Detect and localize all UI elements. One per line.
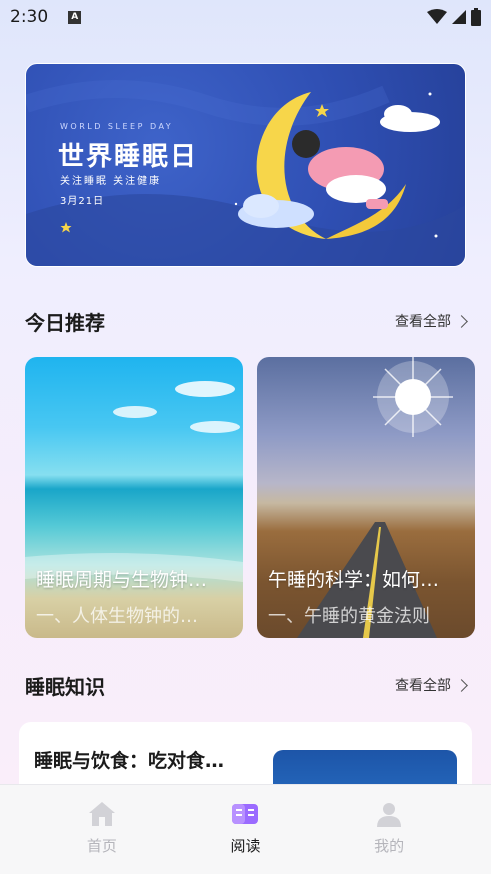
signal-icon <box>452 10 466 24</box>
view-all-label: 查看全部 <box>395 678 451 694</box>
view-all-recommend-link[interactable]: 查看全部 <box>395 311 468 331</box>
bottom-tab-bar: 首页 阅读 我的 <box>0 784 491 874</box>
wifi-icon <box>427 9 447 24</box>
banner-date: 3月21日 <box>60 196 105 207</box>
tab-label-home: 首页 <box>86 837 117 855</box>
tab-mine[interactable]: 我的 <box>329 785 449 874</box>
article-card-nap-science[interactable]: 午睡的科学：如何… 一、午睡的黄金法则 <box>257 357 475 638</box>
view-all-knowledge-link[interactable]: 查看全部 <box>395 675 468 695</box>
tab-read[interactable]: 阅读 <box>185 785 305 874</box>
book-icon <box>232 804 259 824</box>
card-title: 午睡的科学：如何… <box>268 569 440 591</box>
card-subtitle: 一、人体生物钟的… <box>36 606 198 627</box>
road-image <box>297 357 453 638</box>
chevron-right-icon <box>455 314 468 328</box>
recommend-section-header: 今日推荐 查看全部 <box>25 306 468 336</box>
section-title-knowledge: 睡眠知识 <box>25 674 105 699</box>
battery-icon <box>471 8 481 26</box>
knowledge-article-title: 睡眠与饮食：吃对食… <box>34 750 225 772</box>
card-title: 睡眠周期与生物钟… <box>36 569 208 591</box>
banner-subtitle: 关注睡眠 关注健康 <box>60 176 162 187</box>
banner-en-text: WORLD SLEEP DAY <box>60 122 174 131</box>
tab-label-mine: 我的 <box>374 837 405 855</box>
chevron-right-icon <box>455 678 468 692</box>
tab-home[interactable]: 首页 <box>42 785 162 874</box>
beach-image <box>25 381 243 582</box>
home-icon <box>88 802 115 826</box>
card-subtitle: 一、午睡的黄金法则 <box>268 606 430 627</box>
notification-a-icon: A <box>68 10 82 24</box>
status-bar: 2:30 A <box>0 0 491 34</box>
section-title-recommend: 今日推荐 <box>25 310 105 335</box>
article-card-sleep-cycle[interactable]: 睡眠周期与生物钟… 一、人体生物钟的… <box>25 357 243 638</box>
world-sleep-day-banner[interactable]: WORLD SLEEP DAY 世界睡眠日 关注睡眠 关注健康 3月21日 <box>25 63 466 267</box>
view-all-label: 查看全部 <box>395 314 451 330</box>
status-time: 2:30 <box>10 7 49 27</box>
tab-label-read: 阅读 <box>230 837 261 855</box>
banner-title: 世界睡眠日 <box>58 142 199 172</box>
knowledge-section-header: 睡眠知识 查看全部 <box>25 670 468 700</box>
profile-icon <box>377 803 402 827</box>
status-icons <box>427 8 481 26</box>
